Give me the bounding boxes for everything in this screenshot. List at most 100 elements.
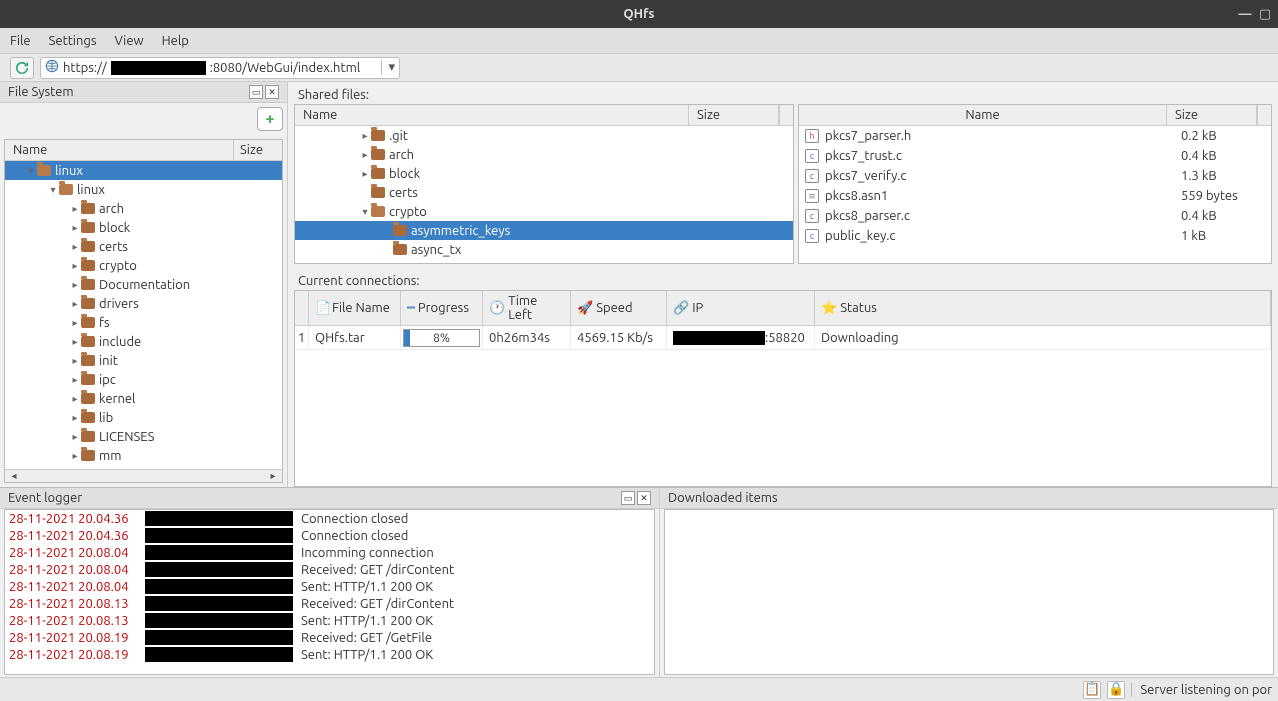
fs-tree-row[interactable]: ▸certs — [5, 237, 282, 256]
conn-col-filename[interactable]: 📄 File Name — [309, 291, 401, 325]
fs-tree-row[interactable]: ▸kernel — [5, 389, 282, 408]
fs-tree-row[interactable]: ▸init — [5, 351, 282, 370]
filesystem-title: File System — [8, 85, 74, 99]
shared-tree-row[interactable]: certs — [295, 183, 793, 202]
status-icon-1[interactable]: 📋 — [1083, 681, 1101, 699]
minimize-button[interactable]: — — [1238, 7, 1252, 21]
fs-tree-row[interactable]: ▾linux — [5, 161, 282, 180]
fs-tree-row[interactable]: ▸Documentation — [5, 275, 282, 294]
fs-tree-row[interactable]: ▸block — [5, 218, 282, 237]
fs-tree-row[interactable]: ▸mm — [5, 446, 282, 465]
fs-tree-row[interactable]: ▸LICENSES — [5, 427, 282, 446]
panel-detach-button[interactable]: ▭ — [249, 85, 263, 99]
url-host-redacted — [111, 61, 206, 75]
fs-tree-row[interactable]: ▸fs — [5, 313, 282, 332]
filesystem-header: File System ▭ ✕ — [0, 82, 287, 103]
hscroll-left[interactable]: ◂ — [5, 470, 23, 482]
log-row: 28-11-2021 20.08.13Sent: HTTP/1.1 200 OK — [5, 612, 654, 629]
event-log-panel: Event logger ▭ ✕ 28-11-2021 20.04.36Conn… — [0, 488, 660, 677]
fs-tree-row[interactable]: ▾linux — [5, 180, 282, 199]
clock-icon: 🕐 — [489, 301, 505, 316]
conn-col-ip[interactable]: 🔗 IP — [667, 291, 815, 325]
rocket-icon: 🚀 — [577, 301, 593, 316]
status-bar: 📋 🔒 Server listening on por — [0, 677, 1278, 701]
refresh-button[interactable] — [10, 57, 34, 79]
file-row[interactable]: cpkcs7_trust.c0.4 kB — [799, 146, 1271, 166]
fs-tree-row[interactable]: ▸lib — [5, 408, 282, 427]
downloads-title: Downloaded items — [668, 491, 778, 505]
connection-row[interactable]: 1 QHfs.tar 8% 0h26m34s 4569.15 Kb/s :588… — [295, 326, 1271, 350]
progress-icon: ━ — [407, 301, 415, 316]
conn-col-num[interactable] — [295, 291, 309, 325]
shared-tree-row[interactable]: ▸arch — [295, 145, 793, 164]
shared-col-size[interactable]: Size — [689, 105, 779, 125]
url-dropdown[interactable]: ▾ — [381, 60, 395, 75]
file-row[interactable]: hpkcs7_parser.h0.2 kB — [799, 126, 1271, 146]
shared-tree[interactable]: Name Size ▸.git▸arch▸blockcerts▾cryptoas… — [294, 104, 794, 264]
fs-tree-row[interactable]: ▸include — [5, 332, 282, 351]
lock-icon[interactable]: 🔒 — [1107, 681, 1125, 699]
status-text: Server listening on por — [1131, 683, 1272, 697]
shared-col-name[interactable]: Name — [295, 105, 689, 125]
star-icon: ⭐ — [821, 301, 837, 316]
add-share-button[interactable]: + — [257, 107, 283, 131]
menu-view[interactable]: View — [115, 34, 144, 48]
shared-tree-row[interactable]: async_tx — [295, 240, 793, 259]
fs-tree-row[interactable]: ▸crypto — [5, 256, 282, 275]
log-row: 28-11-2021 20.08.04Incomming connection — [5, 544, 654, 561]
conn-col-speed[interactable]: 🚀 Speed — [571, 291, 667, 325]
files-col-name[interactable]: Name — [799, 105, 1167, 125]
menu-file[interactable]: File — [10, 34, 31, 48]
file-row[interactable]: ≡pkcs8.asn1559 bytes — [799, 186, 1271, 206]
window-title: QHfs — [623, 7, 654, 21]
file-icon: 📄 — [315, 301, 329, 315]
fs-tree-row[interactable]: ▸arch — [5, 199, 282, 218]
hscroll-right[interactable]: ▸ — [264, 470, 282, 482]
log-row: 28-11-2021 20.04.36Connection closed — [5, 510, 654, 527]
shared-tree-row[interactable]: ▾crypto — [295, 202, 793, 221]
event-log-title: Event logger — [8, 491, 82, 505]
file-row[interactable]: cpublic_key.c1 kB — [799, 226, 1271, 246]
log-row: 28-11-2021 20.08.04Sent: HTTP/1.1 200 OK — [5, 578, 654, 595]
fs-tree-row[interactable]: ▸ipc — [5, 370, 282, 389]
downloads-panel: Downloaded items — [660, 488, 1278, 677]
toolbar: https:// :8080/WebGui/index.html ▾ — [0, 54, 1278, 82]
menu-bar: File Settings View Help — [0, 28, 1278, 54]
log-row: 28-11-2021 20.08.04Received: GET /dirCon… — [5, 561, 654, 578]
filesystem-tree[interactable]: Name Size ▾linux▾linux▸arch▸block▸certs▸… — [4, 139, 283, 483]
menu-help[interactable]: Help — [162, 34, 189, 48]
shared-tree-row[interactable]: asymmetric_keys — [295, 221, 793, 240]
window-titlebar: QHfs — ▢ — [0, 0, 1278, 28]
menu-settings[interactable]: Settings — [49, 34, 97, 48]
file-row[interactable]: cpkcs8_parser.c0.4 kB — [799, 206, 1271, 226]
log-detach-button[interactable]: ▭ — [621, 491, 635, 505]
conn-col-progress[interactable]: ━ Progress — [401, 291, 483, 325]
maximize-button[interactable]: ▢ — [1258, 7, 1272, 21]
filesystem-panel: File System ▭ ✕ + Name Size ▾linux▾linux… — [0, 82, 288, 487]
url-suffix: :8080/WebGui/index.html — [210, 61, 361, 75]
link-icon: 🔗 — [673, 301, 689, 316]
shared-files-label: Shared files: — [288, 82, 1278, 104]
fs-col-size[interactable]: Size — [234, 140, 282, 160]
log-row: 28-11-2021 20.08.13Received: GET /dirCon… — [5, 595, 654, 612]
log-close-button[interactable]: ✕ — [637, 491, 651, 505]
log-row: 28-11-2021 20.08.19Received: GET /GetFil… — [5, 629, 654, 646]
log-row: 28-11-2021 20.08.19Sent: HTTP/1.1 200 OK — [5, 646, 654, 663]
panel-close-button[interactable]: ✕ — [265, 85, 279, 99]
shared-tree-row[interactable]: ▸.git — [295, 126, 793, 145]
connections-table[interactable]: 📄 File Name ━ Progress 🕐 Time Left 🚀 Spe… — [294, 290, 1272, 487]
url-prefix: https:// — [63, 61, 107, 75]
url-bar[interactable]: https:// :8080/WebGui/index.html ▾ — [40, 57, 400, 79]
right-panel: Shared files: Name Size ▸.git▸arch▸block… — [288, 82, 1278, 487]
conn-col-status[interactable]: ⭐ Status — [815, 291, 1271, 325]
fs-col-name[interactable]: Name — [5, 140, 234, 160]
file-list[interactable]: Name Size hpkcs7_parser.h0.2 kBcpkcs7_tr… — [798, 104, 1272, 264]
downloads-body — [664, 509, 1274, 675]
fs-tree-row[interactable]: ▸drivers — [5, 294, 282, 313]
globe-icon — [45, 59, 59, 76]
files-col-size[interactable]: Size — [1167, 105, 1257, 125]
connections-label: Current connections: — [288, 264, 1278, 290]
conn-col-timeleft[interactable]: 🕐 Time Left — [483, 291, 571, 325]
file-row[interactable]: cpkcs7_verify.c1.3 kB — [799, 166, 1271, 186]
shared-tree-row[interactable]: ▸block — [295, 164, 793, 183]
